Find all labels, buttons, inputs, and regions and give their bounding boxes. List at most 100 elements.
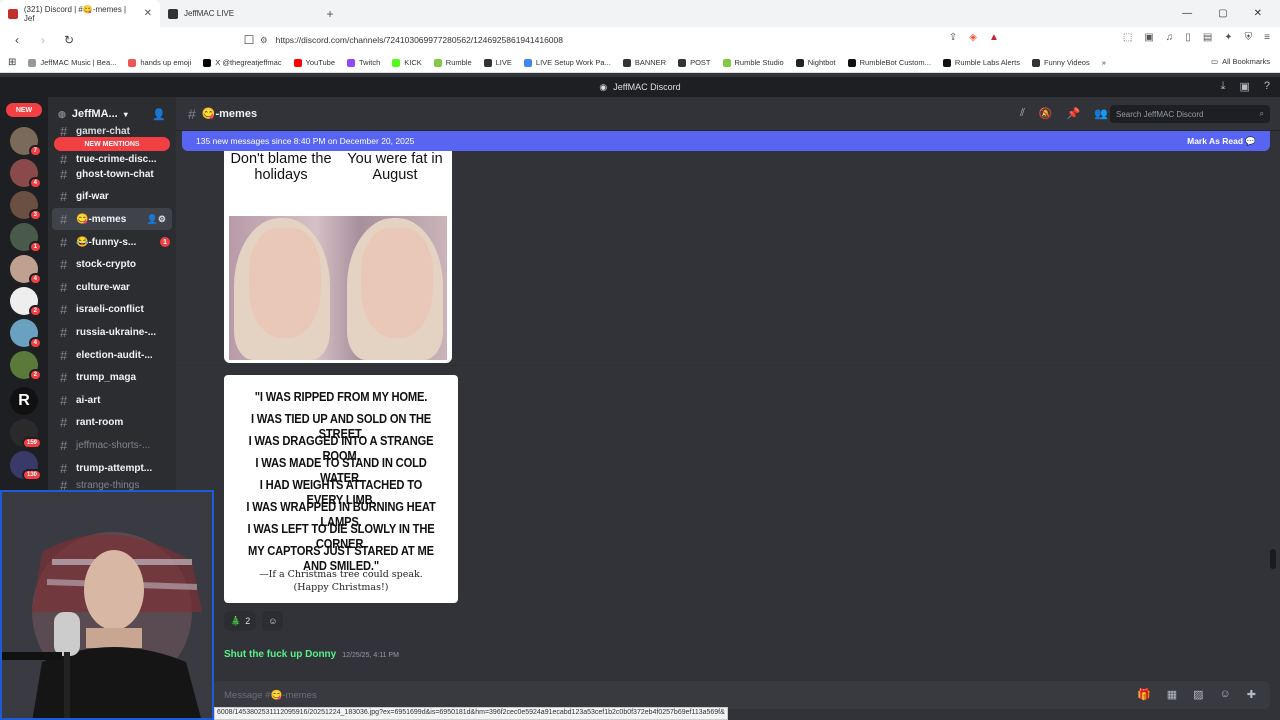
add-member-icon[interactable]: 👤 — [152, 108, 166, 121]
bookmark-item[interactable]: Rumble Studio — [722, 58, 784, 67]
channel-item[interactable]: # ai-art — [48, 389, 176, 411]
sidebar-icon[interactable]: ▯ — [1185, 32, 1191, 43]
emoji-icon[interactable]: ☺ — [1220, 688, 1231, 701]
scrollbar-thumb[interactable] — [1270, 549, 1276, 569]
channel-item[interactable]: # israeli-conflict — [48, 298, 176, 320]
bookmark-item[interactable]: X @thegreatjeffmac — [203, 58, 282, 67]
help-icon[interactable]: ? — [1264, 80, 1270, 93]
notification-mute-icon[interactable]: 🔕 — [1039, 107, 1053, 120]
channel-item[interactable]: # gamer-chat — [48, 125, 176, 137]
inbox-icon[interactable]: ▣ — [1239, 80, 1249, 93]
channel-item[interactable]: # russia-ukraine-... — [48, 321, 176, 343]
meme-image-holidays[interactable]: Don't blame the holidays You were fat in… — [224, 151, 452, 363]
wallet-icon[interactable]: ▤ — [1203, 32, 1212, 43]
message-input[interactable]: Message #😋-memes 🎁 ▦ ▨ ☺ ✚ — [212, 681, 1270, 709]
bookmark-item[interactable]: RumbleBot Custom... — [847, 58, 931, 67]
kick-icon — [392, 58, 401, 67]
message-timestamp: 12/25/25, 4:11 PM — [342, 652, 399, 659]
gif-icon[interactable]: ▦ — [1167, 688, 1177, 701]
channel-item[interactable]: # culture-war — [48, 276, 176, 298]
download-icon[interactable]: ⤓ — [1221, 80, 1226, 93]
channel-item-memes[interactable]: # 😋-memes 👤⚙ — [52, 208, 172, 230]
channel-settings-icon[interactable]: 👤⚙ — [147, 214, 166, 225]
channel-item[interactable]: # ghost-town-chat — [48, 163, 176, 185]
bookmark-item[interactable]: JeffMAC Music | Bea... — [28, 58, 116, 67]
media-icon[interactable]: ♫ — [1166, 32, 1174, 43]
server-icon[interactable]: 130 — [10, 451, 42, 481]
bookmark-star-icon[interactable]: ☐ — [242, 33, 256, 47]
new-unreads-pill[interactable]: NEW — [6, 103, 42, 117]
close-window-button[interactable]: ✕ — [1254, 8, 1262, 19]
bookmark-item[interactable]: LIVE — [483, 58, 512, 67]
server-icon[interactable]: 159 — [10, 419, 42, 449]
bookmark-item[interactable]: YouTube — [293, 58, 335, 67]
gift-icon[interactable]: 🎁 — [1137, 688, 1151, 701]
search-input[interactable]: Search JeffMAC Discord ⌕ — [1110, 105, 1270, 123]
server-icon[interactable]: 2 — [10, 351, 42, 381]
channel-item[interactable]: # gif-war — [48, 185, 176, 207]
channel-item[interactable]: # trump-attempt... — [48, 457, 176, 479]
apps-icon[interactable]: ⊞ — [8, 57, 16, 68]
screenshot-icon[interactable]: ▣ — [1144, 32, 1153, 43]
new-tab-button[interactable]: + — [320, 7, 340, 21]
url-field[interactable]: ⚙ https://discord.com/channels/724103069… — [260, 30, 980, 50]
member-list-icon[interactable]: 👥 — [1094, 107, 1108, 120]
pin-icon[interactable]: 📌 — [1067, 107, 1081, 120]
channel-item[interactable]: # rant-room — [48, 411, 176, 433]
bookmark-item[interactable]: Funny Videos — [1031, 58, 1090, 67]
channel-item[interactable]: # trump_maga — [48, 366, 176, 388]
add-reaction-button[interactable]: ☺ — [262, 611, 284, 631]
server-icon[interactable]: 1 — [10, 223, 42, 253]
meme-image-christmas-tree[interactable]: "I WAS RIPPED FROM MY HOME. I WAS TIED U… — [224, 375, 458, 603]
close-tab-icon[interactable]: ✕ — [144, 8, 152, 19]
channel-item[interactable]: # 😂-funny-s... 1 — [48, 231, 176, 253]
server-icon[interactable]: 7 — [10, 127, 42, 157]
rumble-server-icon[interactable]: R — [10, 387, 38, 415]
brave-shield-icon[interactable]: ◈ — [969, 32, 977, 43]
new-mentions-pill[interactable]: NEW MENTIONS — [54, 137, 170, 151]
server-icon[interactable]: 4 — [10, 319, 42, 349]
message-author[interactable]: Shut the fuck up Donny 12/25/25, 4:11 PM — [224, 649, 399, 660]
channel-item[interactable]: # strange-things — [48, 480, 176, 490]
server-icon[interactable]: 2 — [10, 287, 42, 317]
minimize-button[interactable]: — — [1182, 8, 1192, 19]
back-icon[interactable]: ‹ — [10, 33, 24, 47]
mark-as-read-button[interactable]: Mark As Read 💬 — [1187, 136, 1256, 147]
menu-icon[interactable]: ≡ — [1264, 32, 1270, 43]
share-icon[interactable]: ⇪ — [949, 32, 957, 43]
vpn-icon[interactable]: ⛨ — [1245, 32, 1253, 43]
reload-icon[interactable]: ↻ — [62, 33, 76, 47]
bookmark-item[interactable]: Rumble Labs Alerts — [942, 58, 1020, 67]
browser-tab-jeffmac-live[interactable]: JeffMAC LIVE — [160, 0, 320, 27]
bookmark-item[interactable]: hands up emoji — [128, 58, 191, 67]
maximize-button[interactable]: ▢ — [1218, 8, 1227, 19]
reaction-tree[interactable]: 🎄 2 — [224, 611, 257, 631]
sticker-icon[interactable]: ▨ — [1193, 688, 1203, 701]
extensions-icon[interactable]: ⬚ — [1123, 32, 1132, 43]
more-bookmarks-icon[interactable]: » — [1102, 58, 1106, 67]
apps-icon[interactable]: ✚ — [1247, 688, 1256, 701]
search-placeholder: Search JeffMAC Discord — [1116, 109, 1204, 119]
post-icon — [678, 58, 687, 67]
new-messages-bar[interactable]: 135 new messages since 8:40 PM on Decemb… — [182, 131, 1270, 151]
bookmark-item[interactable]: LIVE Setup Work Pa... — [523, 58, 611, 67]
bookmark-item[interactable]: KICK — [392, 58, 422, 67]
bookmark-item[interactable]: Twitch — [347, 58, 380, 67]
leo-icon[interactable]: ✦ — [1224, 32, 1232, 43]
all-bookmarks[interactable]: ▭ All Bookmarks — [1211, 57, 1270, 66]
bookmark-item[interactable]: Rumble — [433, 58, 472, 67]
channel-item[interactable]: # election-audit-... — [48, 344, 176, 366]
bookmark-item[interactable]: Nightbot — [795, 58, 836, 67]
bookmark-item[interactable]: POST — [678, 58, 711, 67]
site-info-icon[interactable]: ⚙ — [260, 35, 268, 46]
bookmark-item[interactable]: BANNER — [622, 58, 666, 67]
brave-rewards-icon[interactable]: ▲ — [989, 32, 999, 43]
server-icon[interactable]: 3 — [10, 191, 42, 221]
server-icon[interactable]: 4 — [10, 255, 42, 285]
server-icon[interactable]: 4 — [10, 159, 42, 189]
channel-item[interactable]: # jeffmac-shorts-... — [48, 434, 176, 456]
browser-tab-discord[interactable]: (321) Discord | #😋-memes | Jef ✕ — [0, 0, 160, 27]
forward-icon[interactable]: › — [36, 33, 50, 47]
channel-item[interactable]: # stock-crypto — [48, 253, 176, 275]
threads-icon[interactable]: ⫽ — [1020, 107, 1025, 120]
